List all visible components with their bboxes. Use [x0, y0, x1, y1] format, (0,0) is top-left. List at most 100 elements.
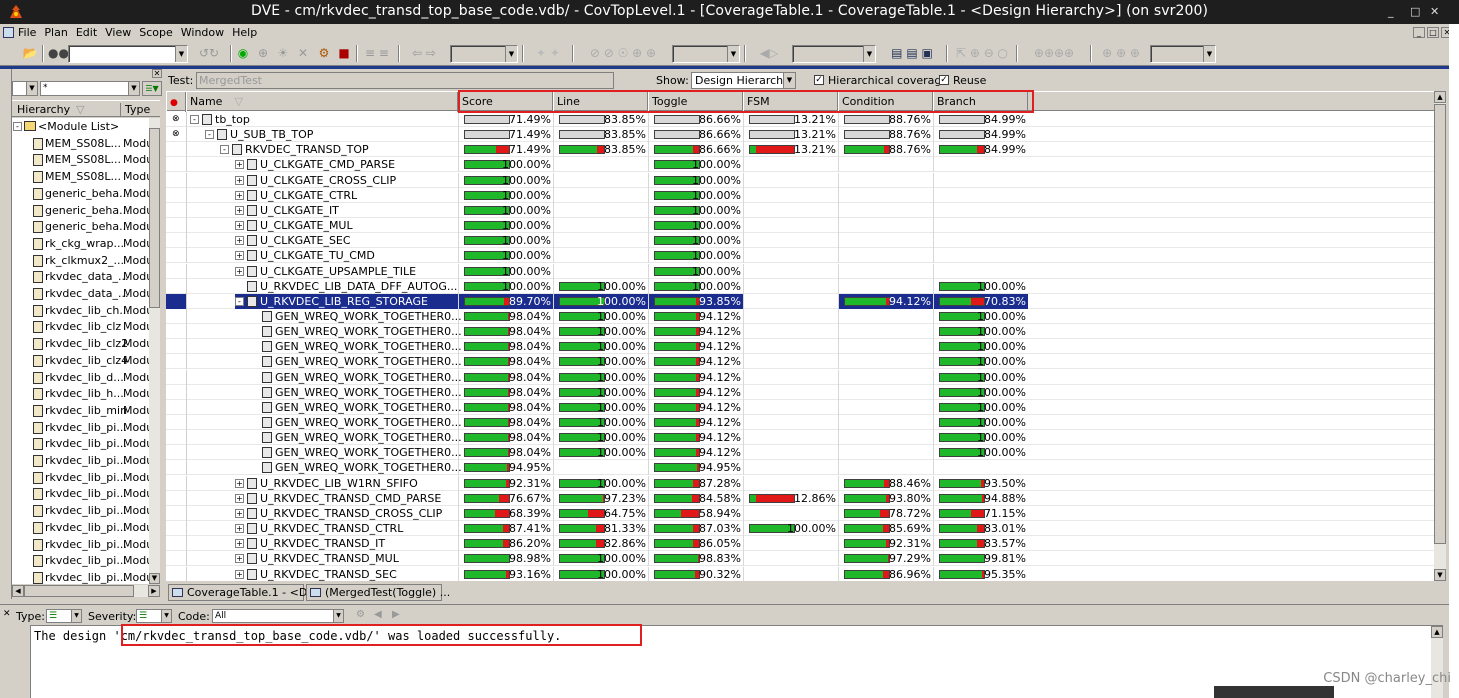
- next-message-icon[interactable]: ▶: [392, 609, 400, 620]
- collapse-icon[interactable]: -: [235, 296, 244, 306]
- collapse-icon[interactable]: -: [13, 122, 22, 131]
- table-row[interactable]: ⊗ - tb_top 71.49% 83.85% 86.66% 13.21% 88.76% 84…: [166, 112, 1434, 127]
- status-column-header[interactable]: ●: [166, 92, 186, 112]
- table-row[interactable]: GEN_WREQ_WORK_TOGETHER0... 98.04% 100.00% 9…: [166, 354, 1434, 370]
- table-row[interactable]: + U_RKVDEC_TRANSD_SEC 93.16% 100.00% 90.32% 8…: [166, 566, 1434, 581]
- expand-icon[interactable]: +: [235, 478, 244, 488]
- hierarchy-item[interactable]: rkvdec_lib_pi...Modu: [12, 469, 149, 486]
- table-row[interactable]: + U_CLKGATE_UPSAMPLE_TILE 100.00% 100.00%: [166, 263, 1434, 279]
- table-row[interactable]: + U_RKVDEC_TRANSD_IT 86.20% 82.86% 86.05% 92.…: [166, 536, 1434, 552]
- test-field[interactable]: MergedTest: [196, 72, 614, 89]
- hierarchy-item[interactable]: rkvdec_lib_clzModu: [12, 318, 149, 335]
- close-panel-icon[interactable]: ✕: [152, 69, 162, 78]
- prev-message-icon[interactable]: ◀: [374, 609, 382, 620]
- nav-combo[interactable]: ▼: [450, 45, 518, 63]
- hierarchy-item[interactable]: rkvdec_lib_pi...Modu: [12, 552, 149, 569]
- fsm-column-header[interactable]: FSM: [743, 92, 838, 112]
- table-row[interactable]: + U_CLKGATE_TU_CMD 100.00% 100.00%: [166, 248, 1434, 264]
- code-combo[interactable]: All ▼: [212, 609, 344, 623]
- table-row[interactable]: - RKVDEC_TRANSD_TOP 71.49% 83.85% 86.66% 13.2…: [166, 142, 1434, 158]
- table-row[interactable]: U_RKVDEC_LIB_DATA_DFF_AUTOG... 100.00% 100…: [166, 278, 1434, 294]
- hierarchy-item[interactable]: rkvdec_data_...Modu: [12, 268, 149, 285]
- hierarchy-item[interactable]: rkvdec_lib_pi...Modu: [12, 435, 149, 452]
- hierarchy-item[interactable]: rkvdec_lib_pi...Modu: [12, 569, 149, 584]
- show-select[interactable]: Design Hierarchy ▼: [691, 72, 796, 89]
- table-row[interactable]: + U_CLKGATE_SEC 100.00% 100.00%: [166, 233, 1434, 249]
- hierarchy-item[interactable]: MEM_SS08L...Modu: [12, 151, 149, 168]
- hierarchy-item[interactable]: rkvdec_lib_pi...Modu: [12, 485, 149, 502]
- menu-help[interactable]: Help: [232, 26, 257, 39]
- table-row[interactable]: GEN_WREQ_WORK_TOGETHER0... 98.04% 100.00% 9…: [166, 430, 1434, 446]
- expand-icon[interactable]: +: [235, 554, 244, 564]
- find-icon[interactable]: ●●: [48, 45, 69, 62]
- hierarchy-column-header[interactable]: Hierarchy ▽: [17, 103, 85, 116]
- plus-icon[interactable]: ⊕: [256, 45, 270, 62]
- filter-input[interactable]: * ▼: [40, 81, 140, 96]
- table-row[interactable]: + U_RKVDEC_TRANSD_CTRL 87.41% 81.33% 87.03% 1…: [166, 521, 1434, 537]
- hierarchy-item[interactable]: rkvdec_lib_clz2Modu: [12, 335, 149, 352]
- hierarchy-item[interactable]: MEM_SS08L...Modu: [12, 168, 149, 185]
- coverage-nav-icons[interactable]: ⊘ ⊘ ☉ ⊕ ⊕: [578, 45, 668, 62]
- step-icons[interactable]: ✦ ✦: [528, 45, 568, 62]
- expand-icon[interactable]: +: [235, 493, 244, 503]
- search-options-icon[interactable]: ↺↻: [192, 45, 226, 62]
- maximize-button[interactable]: □: [1410, 5, 1420, 18]
- delete-icon[interactable]: ✕: [296, 45, 310, 62]
- hat-icon[interactable]: ☀: [276, 45, 290, 62]
- hierarchy-item[interactable]: rkvdec_lib_clz4Modu: [12, 352, 149, 369]
- score-column-header[interactable]: Score: [458, 92, 553, 112]
- expand-icon[interactable]: +: [235, 160, 244, 170]
- table-row[interactable]: GEN_WREQ_WORK_TOGETHER0... 98.04% 100.00% 9…: [166, 339, 1434, 355]
- severity-combo[interactable]: ☰ ▼: [136, 609, 172, 623]
- hierarchy-item[interactable]: rkvdec_data_...Modu: [12, 285, 149, 302]
- menu-view[interactable]: View: [105, 26, 131, 39]
- collapse-icon[interactable]: -: [220, 145, 229, 155]
- hierarchical-coverage-checkbox[interactable]: ✓: [814, 75, 824, 85]
- menu-edit[interactable]: Edit: [76, 26, 97, 39]
- expand-icon[interactable]: +: [235, 508, 244, 518]
- line-column-header[interactable]: Line: [553, 92, 648, 112]
- grid-icons[interactable]: ▤ ▤ ▣: [880, 45, 944, 62]
- zoom-fit-icons[interactable]: ⊕⊕⊕⊕: [1022, 45, 1086, 62]
- hierarchy-item[interactable]: rkvdec_lib_pi...Modu: [12, 536, 149, 553]
- expand-icon[interactable]: +: [235, 266, 244, 276]
- mdi-minimize-button[interactable]: _: [1413, 27, 1425, 38]
- table-vertical-scrollbar[interactable]: ▲ ▼: [1434, 91, 1446, 581]
- expand-icon[interactable]: +: [235, 190, 244, 200]
- menu-window[interactable]: Window: [181, 26, 224, 39]
- table-row[interactable]: + U_CLKGATE_MUL 100.00% 100.00%: [166, 218, 1434, 234]
- collapse-icon[interactable]: -: [205, 130, 214, 140]
- table-row[interactable]: GEN_WREQ_WORK_TOGETHER0... 98.04% 100.00% 9…: [166, 369, 1434, 385]
- close-button[interactable]: ✕: [1430, 5, 1439, 18]
- hierarchy-item[interactable]: - <Module List>: [12, 118, 149, 135]
- table-row[interactable]: + U_CLKGATE_CTRL 100.00% 100.00%: [166, 187, 1434, 203]
- console-scrollbar[interactable]: ▲: [1431, 626, 1443, 698]
- filter-type-combo[interactable]: ▼: [12, 81, 38, 96]
- hierarchy-item[interactable]: generic_beha...Modu: [12, 202, 149, 219]
- expand-icon[interactable]: +: [235, 251, 244, 261]
- type-combo[interactable]: ☰ ▼: [46, 609, 82, 623]
- table-row[interactable]: + U_CLKGATE_IT 100.00% 100.00%: [166, 202, 1434, 218]
- table-row[interactable]: GEN_WREQ_WORK_TOGETHER0... 98.04% 100.00% 9…: [166, 415, 1434, 430]
- hierarchy-item[interactable]: rkvdec_lib_d...Modu: [12, 369, 149, 386]
- table-row[interactable]: + U_CLKGATE_CROSS_CLIP 100.00% 100.00%: [166, 172, 1434, 188]
- value-combo[interactable]: ▼: [792, 45, 876, 63]
- tab-coverage-table[interactable]: CoverageTable.1 - <D...: [168, 584, 318, 601]
- align-icons[interactable]: ≡ ≡: [362, 45, 392, 62]
- table-row[interactable]: + U_CLKGATE_CMD_PARSE 100.00% 100.00%: [166, 157, 1434, 173]
- table-row[interactable]: + U_RKVDEC_TRANSD_MUL 98.98% 100.00% 98.83% 9…: [166, 551, 1434, 567]
- menu-scope[interactable]: Scope: [139, 26, 173, 39]
- hierarchy-horizontal-scrollbar[interactable]: ◀ ▶: [12, 585, 160, 597]
- table-row[interactable]: + U_RKVDEC_TRANSD_CROSS_CLIP 68.39% 64.75% 5…: [166, 505, 1434, 521]
- type-column-header[interactable]: Type: [120, 103, 150, 116]
- add-icon[interactable]: ◉: [236, 45, 250, 62]
- hierarchy-item[interactable]: generic_beha...Modu: [12, 218, 149, 235]
- expand-icon[interactable]: +: [235, 175, 244, 185]
- zoom-area-icons[interactable]: ⊕ ⊕ ⊕: [1096, 45, 1146, 62]
- table-row[interactable]: GEN_WREQ_WORK_TOGETHER0... 98.04% 100.00% 9…: [166, 324, 1434, 340]
- stop-icon[interactable]: ⚙: [356, 609, 365, 620]
- reuse-checkbox[interactable]: ✓: [939, 75, 949, 85]
- table-row[interactable]: + U_RKVDEC_TRANSD_CMD_PARSE 76.67% 97.23% 84…: [166, 490, 1434, 506]
- table-row[interactable]: GEN_WREQ_WORK_TOGETHER0... 94.95% 94.95%: [166, 460, 1434, 476]
- toggle-column-header[interactable]: Toggle: [648, 92, 743, 112]
